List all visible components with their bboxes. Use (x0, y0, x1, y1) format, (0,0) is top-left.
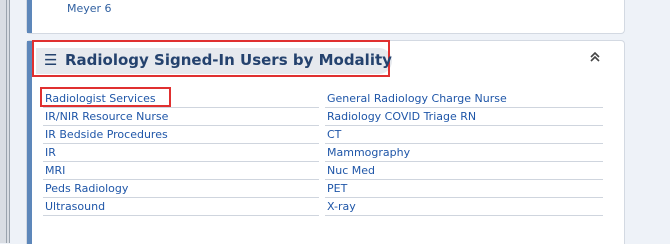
modality-row: PET (325, 180, 603, 198)
modality-link-radiology-covid-triage-rn[interactable]: Radiology COVID Triage RN (325, 110, 476, 123)
window-left-gutter (0, 0, 10, 243)
double-chevron-up-icon-svg (590, 51, 600, 62)
modality-link-nuc-med[interactable]: Nuc Med (325, 164, 375, 177)
modality-row: X-ray (325, 198, 603, 216)
previous-widget-card: Meyer 6 (26, 0, 625, 34)
gutter-line (6, 0, 7, 243)
modality-link-pet[interactable]: PET (325, 182, 347, 195)
modality-link-mammography[interactable]: Mammography (325, 146, 410, 159)
radiology-users-widget: ☰ Radiology Signed-In Users by Modality … (26, 40, 625, 244)
modality-row: Radiologist Services (40, 87, 319, 108)
modality-link-ir-bedside-procedures[interactable]: IR Bedside Procedures (43, 128, 168, 141)
modality-row: MRI (43, 162, 319, 180)
double-chevron-up-icon[interactable] (588, 50, 602, 69)
modality-row: Radiology COVID Triage RN (325, 108, 603, 126)
hamburger-menu-icon[interactable]: ☰ (44, 51, 57, 69)
modality-link-x-ray[interactable]: X-ray (325, 200, 356, 213)
modality-row: Ultrasound (43, 198, 319, 216)
modality-row: CT (325, 126, 603, 144)
modality-link-general-radiology-charge-nurse[interactable]: General Radiology Charge Nurse (325, 92, 507, 105)
modality-link-ultrasound[interactable]: Ultrasound (43, 200, 105, 213)
modality-row: General Radiology Charge Nurse (325, 90, 603, 108)
widget-header: ☰ Radiology Signed-In Users by Modality (32, 40, 624, 79)
card-accent-bar (27, 0, 32, 33)
modality-row: Mammography (325, 144, 603, 162)
modality-link-ir-nir-resource-nurse[interactable]: IR/NIR Resource Nurse (43, 110, 168, 123)
previous-widget-clipped-text: Meyer 6 (67, 2, 112, 15)
modality-row: Peds Radiology (43, 180, 319, 198)
modality-link-ir[interactable]: IR (43, 146, 56, 159)
modality-row: IR (43, 144, 319, 162)
modality-link-ct[interactable]: CT (325, 128, 341, 141)
modality-link-radiologist-services[interactable]: Radiologist Services (43, 92, 156, 105)
modality-row: IR Bedside Procedures (43, 126, 319, 144)
modality-column-right: General Radiology Charge Nurse Radiology… (325, 90, 603, 216)
modality-row: IR/NIR Resource Nurse (43, 108, 319, 126)
gutter-line (9, 0, 10, 243)
widget-title: Radiology Signed-In Users by Modality (65, 51, 392, 69)
modality-column-left: Radiologist Services IR/NIR Resource Nur… (40, 87, 319, 216)
modality-row: Nuc Med (325, 162, 603, 180)
modality-link-mri[interactable]: MRI (43, 164, 65, 177)
right-page-margin (638, 0, 670, 243)
modality-link-peds-radiology[interactable]: Peds Radiology (43, 182, 128, 195)
